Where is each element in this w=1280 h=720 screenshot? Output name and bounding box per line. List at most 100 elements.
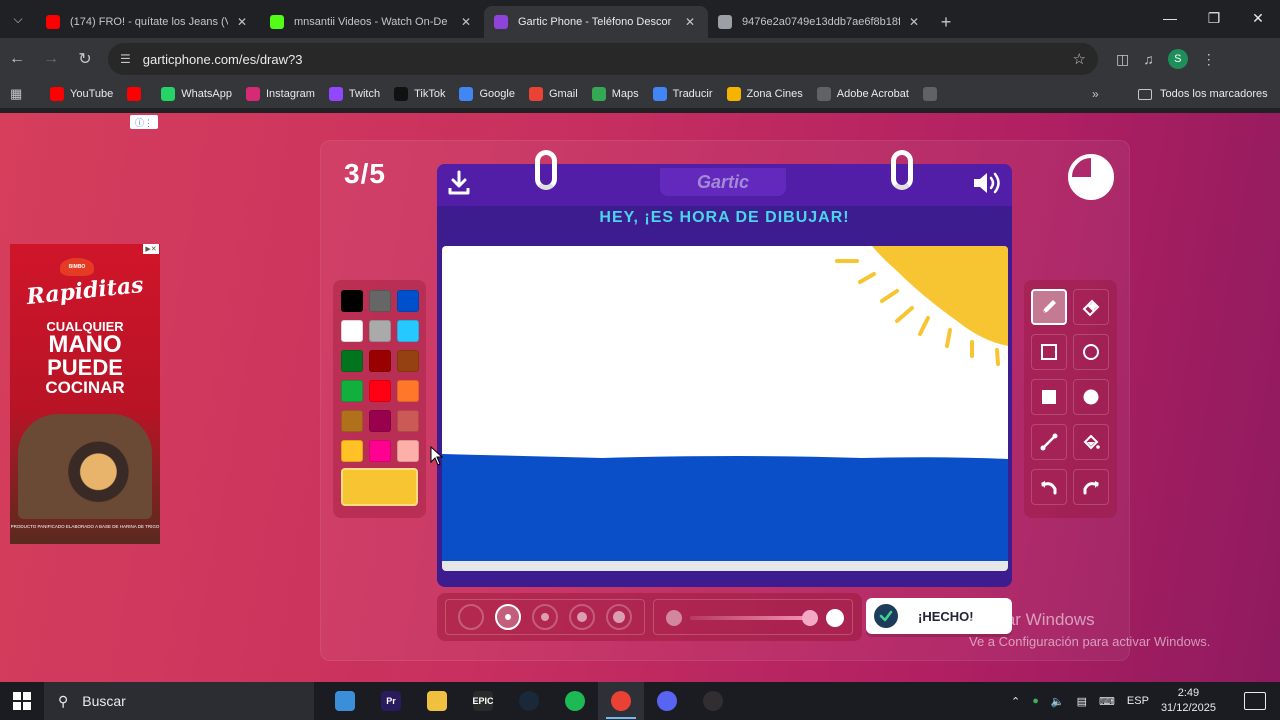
opacity-track[interactable] (690, 616, 812, 620)
brush-size-option[interactable] (569, 604, 596, 630)
opacity-slider[interactable] (653, 599, 853, 635)
back-button[interactable]: ← (0, 42, 34, 76)
bookmark-item[interactable]: Twitch (328, 87, 380, 101)
taskbar-clock[interactable]: 2:49 31/12/2025 (1161, 686, 1228, 716)
opacity-knob[interactable] (802, 610, 818, 626)
color-swatch[interactable] (341, 380, 363, 402)
color-swatch[interactable] (369, 320, 391, 342)
tab-close-icon[interactable]: ✕ (906, 15, 922, 29)
bookmark-item[interactable]: WhatsApp (161, 87, 232, 101)
taskbar-app[interactable]: Pr (368, 682, 414, 720)
square-outline-tool[interactable] (1031, 334, 1067, 370)
color-swatch[interactable] (397, 290, 419, 312)
bookmark-item[interactable]: Instagram (245, 87, 315, 101)
minimize-button[interactable]: — (1148, 0, 1192, 36)
sound-icon[interactable] (972, 171, 1002, 195)
color-swatch[interactable] (369, 410, 391, 432)
taskbar-search[interactable]: ⚲ Buscar (44, 682, 314, 720)
start-button[interactable] (0, 682, 44, 720)
color-swatch[interactable] (397, 440, 419, 462)
browser-tab[interactable]: (174) FRO! - quítate los Jeans (V ✕ (36, 6, 260, 38)
taskbar-app[interactable] (506, 682, 552, 720)
tray-overflow-icon[interactable]: ⌃ (1011, 695, 1020, 708)
close-window-button[interactable]: ✕ (1236, 0, 1280, 36)
language-indicator[interactable]: ESP (1127, 695, 1149, 707)
notifications-icon[interactable] (1244, 692, 1266, 710)
color-swatch[interactable] (341, 350, 363, 372)
bookmark-item[interactable]: Google (459, 87, 515, 101)
url-text[interactable]: garticphone.com/es/draw?3 (143, 52, 1073, 67)
bookmark-item[interactable]: Maps (591, 87, 639, 101)
eraser-tool[interactable] (1073, 289, 1109, 325)
tray-app-icon[interactable]: ● (1032, 695, 1039, 707)
drawing-canvas[interactable] (442, 246, 1008, 571)
bookmark-item[interactable]: Traducir (652, 87, 713, 101)
color-swatch[interactable] (397, 380, 419, 402)
bookmark-item[interactable]: Zona Cines (726, 87, 803, 101)
bookmark-item[interactable] (922, 87, 943, 101)
bookmark-item[interactable]: Gmail (528, 87, 578, 101)
taskbar-app[interactable] (644, 682, 690, 720)
tab-close-icon[interactable]: ✕ (458, 15, 474, 29)
color-swatch[interactable] (341, 320, 363, 342)
browser-tab[interactable]: Gartic Phone - Teléfono Descor ✕ (484, 6, 708, 38)
color-swatch[interactable] (369, 350, 391, 372)
undo-tool[interactable] (1031, 469, 1067, 505)
brush-size-option[interactable] (457, 604, 484, 630)
download-icon[interactable] (447, 170, 471, 196)
brush-size-option[interactable] (494, 604, 521, 630)
circle-outline-tool[interactable] (1073, 334, 1109, 370)
restore-button[interactable]: ❐ (1192, 0, 1236, 36)
taskbar-app[interactable] (598, 682, 644, 720)
new-tab-button[interactable]: + (932, 6, 960, 38)
keyboard-icon[interactable]: ⌨ (1099, 695, 1115, 708)
menu-kebab-icon[interactable]: ⋮ (1202, 51, 1216, 68)
circle-filled-tool[interactable] (1073, 379, 1109, 415)
address-bar[interactable]: ☰ garticphone.com/es/draw?3 ☆ (108, 43, 1098, 75)
side-advertisement[interactable]: BIMBO Rapiditas CUALQUIER MANO PUEDE COC… (10, 244, 160, 544)
bookmark-item[interactable] (127, 87, 147, 101)
bookmark-item[interactable]: Adobe Acrobat (816, 87, 909, 101)
selected-color-swatch[interactable] (341, 468, 418, 506)
bookmark-item[interactable]: YouTube (50, 87, 113, 101)
redo-tool[interactable] (1073, 469, 1109, 505)
color-swatch[interactable] (397, 320, 419, 342)
apps-grid-icon[interactable]: ▦ (10, 86, 28, 102)
bookmark-item[interactable]: TikTok (394, 87, 445, 101)
tab-close-icon[interactable]: ✕ (682, 15, 698, 29)
color-swatch[interactable] (341, 410, 363, 432)
forward-button[interactable]: → (34, 42, 68, 76)
color-swatch[interactable] (341, 290, 363, 312)
all-bookmarks-folder[interactable]: Todos los marcadores (1138, 88, 1268, 100)
profile-avatar[interactable]: S (1167, 49, 1188, 69)
bookmark-star-icon[interactable]: ☆ (1073, 50, 1086, 68)
color-swatch[interactable] (369, 440, 391, 462)
media-controls-icon[interactable]: ♫ (1143, 51, 1154, 67)
color-swatch[interactable] (397, 410, 419, 432)
color-swatch[interactable] (397, 350, 419, 372)
network-icon[interactable]: ▤ (1077, 695, 1087, 708)
ad-choices-icon[interactable]: ⓘ⋮ (130, 115, 158, 129)
extensions-icon[interactable]: ◫ (1116, 51, 1129, 68)
fill-bucket-tool[interactable] (1073, 424, 1109, 460)
tab-search-button[interactable]: ⌵ (0, 0, 36, 38)
taskbar-app[interactable] (552, 682, 598, 720)
volume-icon[interactable]: 🔈 (1051, 695, 1065, 708)
tab-close-icon[interactable]: ✕ (234, 15, 250, 29)
taskbar-app[interactable]: EPIC (460, 682, 506, 720)
taskbar-app[interactable] (322, 682, 368, 720)
square-filled-tool[interactable] (1031, 379, 1067, 415)
color-swatch[interactable] (369, 290, 391, 312)
reload-button[interactable]: ↻ (68, 42, 102, 76)
site-info-icon[interactable]: ☰ (120, 52, 131, 66)
browser-tab[interactable]: 9476e2a0749e13ddb7ae6f8b18f ✕ (708, 6, 932, 38)
taskbar-app[interactable] (690, 682, 736, 720)
color-swatch[interactable] (341, 440, 363, 462)
pencil-tool[interactable] (1031, 289, 1067, 325)
line-tool[interactable] (1031, 424, 1067, 460)
brush-size-option[interactable] (606, 604, 633, 630)
brush-size-option[interactable] (531, 604, 558, 630)
browser-tab[interactable]: mnsantii Videos - Watch On-De ✕ (260, 6, 484, 38)
color-swatch[interactable] (369, 380, 391, 402)
bookmarks-overflow-icon[interactable]: » (1092, 87, 1099, 101)
